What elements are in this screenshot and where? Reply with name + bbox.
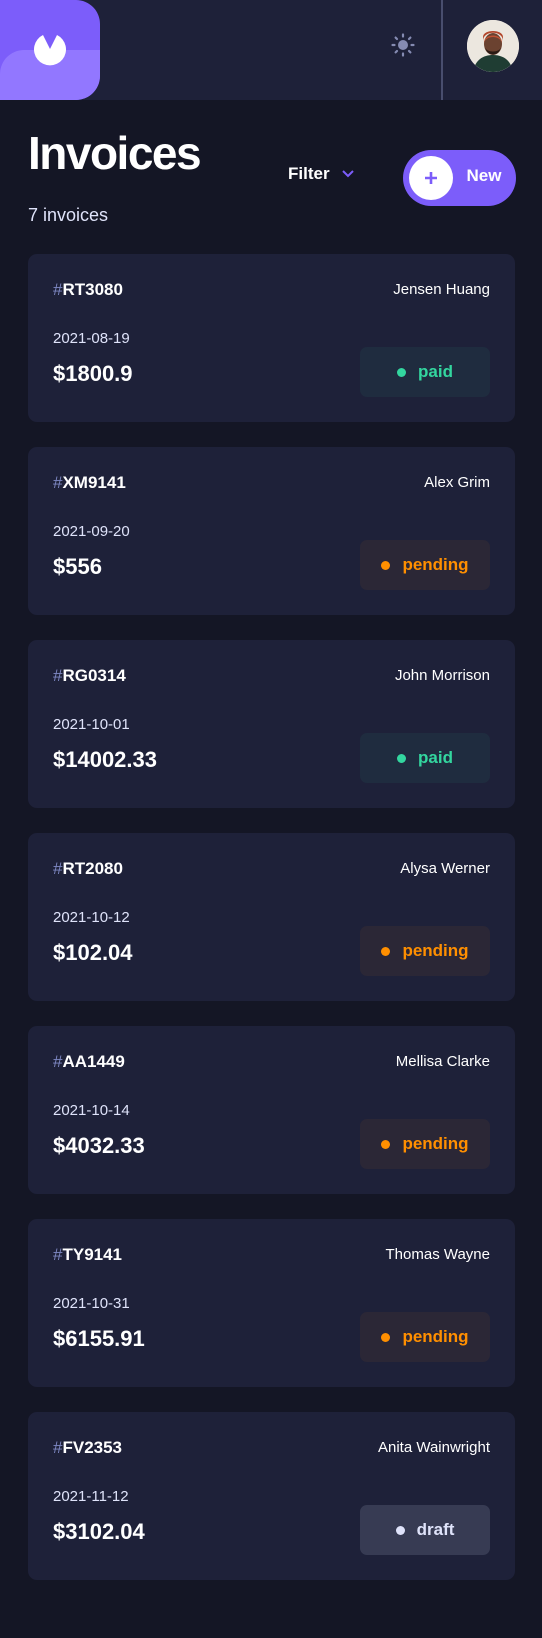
invoice-card[interactable]: #AA1449 Mellisa Clarke 2021-10-14 $4032.… <box>28 1026 515 1194</box>
theme-toggle-button[interactable] <box>388 30 418 60</box>
status-label: pending <box>402 1134 469 1153</box>
invoice-amount: $14002.33 <box>53 747 157 772</box>
client-name: John Morrison <box>394 667 490 684</box>
invoice-count: 7 invoices <box>28 205 109 225</box>
status-label: pending <box>402 941 469 960</box>
status-badge: paid <box>360 347 490 397</box>
client-name: Alysa Werner <box>400 860 490 877</box>
invoice-amount: $102.04 <box>53 940 133 965</box>
invoice-card[interactable]: #FV2353 Anita Wainwright 2021-11-12 $310… <box>28 1412 515 1580</box>
invoice-id-text: AA1449 <box>62 1052 125 1071</box>
invoice-id-text: XM9141 <box>62 473 126 492</box>
sun-icon <box>391 33 415 57</box>
invoice-id: #AA1449 <box>53 1052 125 1071</box>
status-dot <box>397 367 407 377</box>
status-dot <box>395 1525 405 1535</box>
invoice-card[interactable]: #RT3080 Jensen Huang 2021-08-19 $1800.9 … <box>28 254 515 422</box>
status-dot <box>381 946 391 956</box>
status-label: paid <box>418 362 453 381</box>
status-badge: paid <box>360 733 490 783</box>
app-logo-icon <box>34 35 66 66</box>
status-dot <box>381 1139 391 1149</box>
invoice-id-text: RT2080 <box>62 859 123 878</box>
invoice-id: #RG0314 <box>53 666 126 685</box>
client-name: Thomas Wayne <box>385 1246 490 1263</box>
invoice-id: #RT3080 <box>53 280 123 299</box>
invoice-id: #RT2080 <box>53 859 123 878</box>
status-dot <box>381 1332 391 1342</box>
new-invoice-label: New <box>466 166 502 185</box>
top-bar <box>0 0 542 100</box>
user-avatar[interactable] <box>467 20 519 72</box>
page-title: Invoices <box>28 127 202 179</box>
client-name: Jensen Huang <box>393 281 490 298</box>
invoice-id-text: RG0314 <box>62 666 126 685</box>
status-dot <box>381 560 391 570</box>
due-date: 2021-10-31 <box>53 1295 130 1312</box>
plus-icon <box>425 172 437 184</box>
status-label: draft <box>416 1520 455 1539</box>
due-date: 2021-11-12 <box>53 1488 129 1505</box>
invoice-amount: $4032.33 <box>53 1133 145 1158</box>
client-name: Anita Wainwright <box>378 1439 490 1456</box>
invoice-card[interactable]: #TY9141 Thomas Wayne 2021-10-31 $6155.91… <box>28 1219 515 1387</box>
chevron-down-icon <box>341 170 354 178</box>
filter-dropdown[interactable]: Filter <box>288 164 354 184</box>
invoice-id-text: RT3080 <box>62 280 123 299</box>
due-date: 2021-09-20 <box>53 523 130 540</box>
header-divider <box>441 0 443 100</box>
filter-label: Filter <box>288 164 330 183</box>
status-label: paid <box>418 748 453 767</box>
status-badge: draft <box>360 1505 490 1555</box>
invoice-card[interactable]: #RG0314 John Morrison 2021-10-01 $14002.… <box>28 640 515 808</box>
status-label: pending <box>402 1327 469 1346</box>
client-name: Mellisa Clarke <box>395 1053 490 1070</box>
client-name: Alex Grim <box>424 474 490 491</box>
avatar-image <box>467 20 519 72</box>
status-dot <box>397 753 407 763</box>
status-badge: pending <box>360 1119 490 1169</box>
due-date: 2021-08-19 <box>53 330 130 347</box>
invoice-amount: $1800.9 <box>53 361 133 386</box>
invoice-id: #XM9141 <box>53 473 126 492</box>
new-invoice-button[interactable]: New <box>403 150 516 206</box>
invoice-amount: $3102.04 <box>53 1519 145 1544</box>
invoice-id: #FV2353 <box>53 1438 123 1457</box>
invoice-card[interactable]: #RT2080 Alysa Werner 2021-10-12 $102.04 … <box>28 833 515 1001</box>
due-date: 2021-10-01 <box>53 716 130 733</box>
invoice-amount: $6155.91 <box>53 1326 145 1351</box>
invoice-list: #RT3080 Jensen Huang 2021-08-19 $1800.9 … <box>28 254 515 1605</box>
invoice-amount: $556 <box>53 554 102 579</box>
plus-circle <box>409 156 453 200</box>
invoice-card[interactable]: #XM9141 Alex Grim 2021-09-20 $556 pendin… <box>28 447 515 615</box>
status-badge: pending <box>360 926 490 976</box>
due-date: 2021-10-12 <box>53 909 130 926</box>
status-badge: pending <box>360 540 490 590</box>
invoice-id-text: TY9141 <box>62 1245 123 1264</box>
status-label: pending <box>402 555 469 574</box>
invoice-id-text: FV2353 <box>62 1438 123 1457</box>
due-date: 2021-10-14 <box>53 1102 130 1119</box>
status-badge: pending <box>360 1312 490 1362</box>
invoice-id: #TY9141 <box>53 1245 123 1264</box>
app-logo[interactable] <box>0 0 100 100</box>
